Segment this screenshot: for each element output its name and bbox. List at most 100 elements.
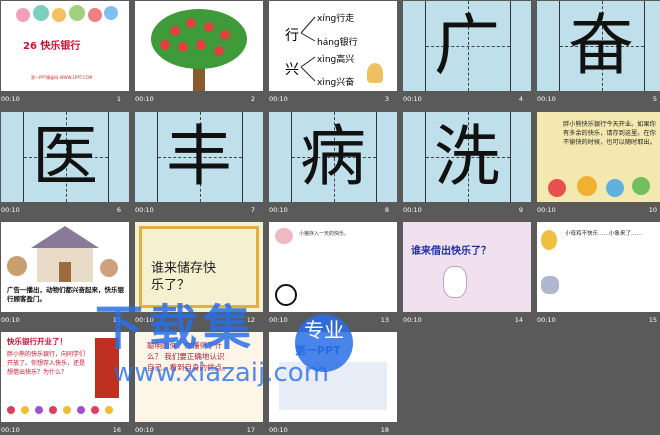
- slide-thumbnail-4[interactable]: 广: [403, 1, 531, 91]
- slide-timing: 00:10: [135, 95, 154, 103]
- slide-body-text: 胖小熊快乐银行今天开业。如果你有多余的快乐，请存到这里。在你不愉快的时候，也可以…: [563, 121, 656, 146]
- slide-number: 12: [246, 316, 255, 324]
- slide-body-text: 聪明的你，你懂得了什么？ 我们要正确地认识自己，看到自身的优点。: [147, 341, 230, 372]
- slide-thumbnail-3[interactable]: 行 兴 xíng行走 háng银行 xìng高兴 xìng兴奋: [269, 1, 397, 91]
- panda-icon: [275, 284, 297, 306]
- slide-meta-9: 00:10 9: [403, 205, 523, 215]
- slide-timing: 00:10: [269, 316, 288, 324]
- slide-number: 9: [518, 206, 523, 214]
- tulips-image: [7, 406, 113, 414]
- slide-body-text: 广告一播出，动物们都兴奋起来，快乐银行顾客盈门。: [7, 286, 124, 303]
- slide-number: 14: [514, 316, 523, 324]
- big-character: 医: [32, 118, 98, 195]
- slide-thumbnail-7[interactable]: 丰: [135, 112, 263, 202]
- slide-title: 快乐银行开业了！: [7, 337, 67, 346]
- banner-image: [95, 338, 119, 398]
- slide-timing: 00:10: [135, 206, 154, 214]
- slide-thumbnail-8[interactable]: 病: [269, 112, 397, 202]
- slide-number: 16: [112, 426, 121, 434]
- toys-illustration: [548, 176, 650, 197]
- slide-thumbnail-14[interactable]: 谁来借出快乐了？: [403, 222, 531, 312]
- slide-number: 11: [112, 316, 121, 324]
- slide-timing: 00:10: [269, 95, 288, 103]
- slide-footer: 第一PPT模板网-WWW.1PPT.COM: [31, 75, 93, 80]
- slide-body-text: 谁来储存快乐了？: [151, 261, 217, 293]
- slide-number: 17: [246, 426, 255, 434]
- slide-body-text: 小猪存入一天的快乐。: [299, 231, 350, 237]
- pinyin-line-3: xìng高兴: [317, 55, 355, 65]
- slide-meta-6: 00:10 6: [1, 205, 121, 215]
- slide-thumbnail-6[interactable]: 医: [1, 112, 129, 202]
- slide-timing: 00:10: [135, 316, 154, 324]
- slide-timing: 00:10: [269, 206, 288, 214]
- slide-timing: 00:10: [1, 95, 20, 103]
- slide-thumbnail-5[interactable]: 奋: [537, 1, 660, 91]
- hen-icon: [541, 230, 557, 250]
- slide-title: 第一PPT: [295, 344, 341, 357]
- slide-meta-11: 00:10 11: [1, 315, 121, 325]
- tree-illustration: [151, 9, 247, 91]
- slide-number: 15: [648, 316, 657, 324]
- slide-meta-5: 00:10 5: [537, 94, 657, 104]
- slide-meta-2: 00:10 2: [135, 94, 255, 104]
- slide-number: 18: [380, 426, 389, 434]
- slide-timing: 00:10: [1, 206, 20, 214]
- slide-thumbnail-11[interactable]: 广告一播出，动物们都兴奋起来，快乐银行顾客盈门。: [1, 222, 129, 312]
- slide-meta-15: 00:10 15: [537, 315, 657, 325]
- slide-timing: 00:10: [135, 426, 154, 434]
- slide-number: 5: [652, 95, 657, 103]
- elephant-icon: [541, 276, 559, 294]
- slide-thumbnail-18[interactable]: 第一PPT: [269, 332, 397, 422]
- rabbit-icon: [443, 266, 467, 298]
- pinyin-line-4: xìng兴奋: [317, 78, 355, 88]
- slide-thumbnail-10[interactable]: 胖小熊快乐银行今天开业。如果你有多余的快乐，请存到这里。在你不愉快的时候，也可以…: [537, 112, 660, 202]
- slide-timing: 00:10: [269, 426, 288, 434]
- slide-number: 13: [380, 316, 389, 324]
- slide-meta-4: 00:10 4: [403, 94, 523, 104]
- slide-meta-1: 00:10 1: [1, 94, 121, 104]
- balloons-image: [11, 3, 121, 28]
- pinyin-line-1: xíng行走: [317, 14, 355, 24]
- slide-meta-13: 00:10 13: [269, 315, 389, 325]
- character-icon: [367, 63, 383, 83]
- slide-timing: 00:10: [1, 316, 20, 324]
- slide-meta-3: 00:10 3: [269, 94, 389, 104]
- slide-thumbnail-12[interactable]: 谁来储存快乐了？: [135, 222, 263, 312]
- slide-body-text: 谁来借出快乐了？: [411, 246, 491, 257]
- slide-body-text: 小母鸡不快乐……小象来了……: [565, 231, 643, 237]
- slide-body-text: 胖小熊的快乐银行，向同学们开放了。你想存入快乐，还是想借出快乐？为什么？: [7, 351, 86, 376]
- slide-timing: 00:10: [537, 316, 556, 324]
- slide-thumbnail-17[interactable]: 聪明的你，你懂得了什么？ 我们要正确地认识自己，看到自身的优点。: [135, 332, 263, 422]
- slide-meta-7: 00:10 7: [135, 205, 255, 215]
- slide-thumbnail-9[interactable]: 洗: [403, 112, 531, 202]
- slide-number: 4: [518, 95, 523, 103]
- slide-timing: 00:10: [537, 206, 556, 214]
- slide-meta-18: 00:10 18: [269, 425, 389, 435]
- slide-meta-14: 00:10 14: [403, 315, 523, 325]
- slide-number: 2: [250, 95, 255, 103]
- slide-title: 26 快乐银行: [23, 41, 81, 52]
- slide-thumbnail-16[interactable]: 快乐银行开业了！ 胖小熊的快乐银行，向同学们开放了。你想存入快乐，还是想借出快乐…: [1, 332, 129, 422]
- slide-thumbnail-13[interactable]: 小猪存入一天的快乐。: [269, 222, 397, 312]
- slide-meta-17: 00:10 17: [135, 425, 255, 435]
- slide-number: 3: [384, 95, 389, 103]
- slide-timing: 00:10: [403, 95, 422, 103]
- slide-meta-12: 00:10 12: [135, 315, 255, 325]
- big-character: 洗: [434, 118, 500, 195]
- slide-timing: 00:10: [537, 95, 556, 103]
- slide-thumbnail-1[interactable]: 26 快乐银行 第一PPT模板网-WWW.1PPT.COM: [1, 1, 129, 91]
- promo-box: [279, 362, 387, 410]
- slide-meta-8: 00:10 8: [269, 205, 389, 215]
- slide-thumbnail-2[interactable]: [135, 1, 263, 91]
- slide-thumbnail-15[interactable]: 小母鸡不快乐……小象来了……: [537, 222, 660, 312]
- slide-number: 8: [384, 206, 389, 214]
- big-character: 丰: [166, 118, 232, 195]
- slide-number: 1: [116, 95, 121, 103]
- big-character: 奋: [568, 7, 634, 84]
- slide-number: 7: [250, 206, 255, 214]
- slide-number: 10: [648, 206, 657, 214]
- slide-meta-10: 00:10 10: [537, 205, 657, 215]
- slide-meta-16: 00:10 16: [1, 425, 121, 435]
- slide-timing: 00:10: [1, 426, 20, 434]
- pinyin-line-2: háng银行: [317, 38, 358, 48]
